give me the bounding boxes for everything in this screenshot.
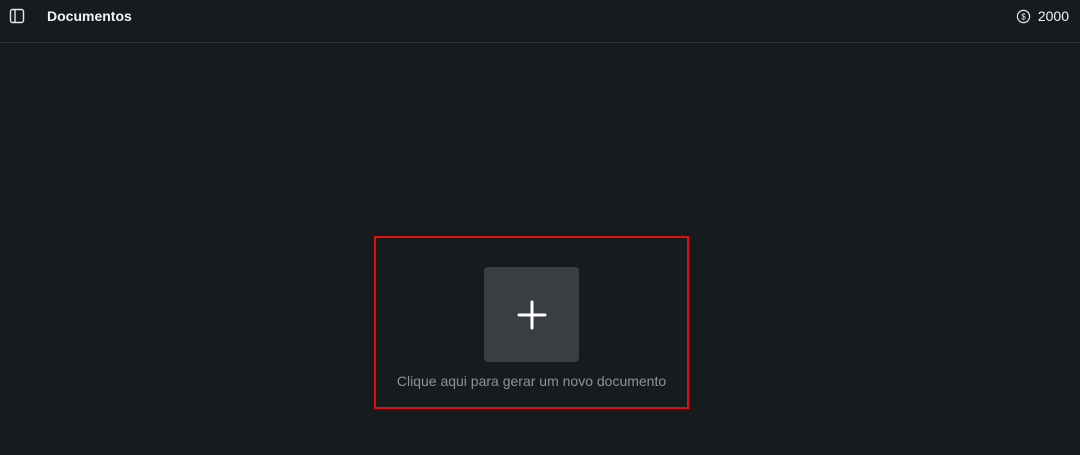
- dollar-coin-icon: $: [1016, 9, 1031, 23]
- sidebar-toggle-icon: [9, 8, 25, 24]
- new-document-label[interactable]: Clique aqui para gerar um novo documento: [397, 372, 666, 390]
- sidebar-toggle-button[interactable]: [8, 7, 26, 25]
- credits-value: 2000: [1037, 8, 1069, 24]
- top-bar: Documentos $ 2000: [0, 0, 1080, 43]
- svg-text:$: $: [1021, 12, 1026, 21]
- app-window: Documentos $ 2000 Clique aqui para gerar…: [0, 0, 1080, 455]
- new-document-button[interactable]: [484, 267, 579, 362]
- plus-icon: [517, 300, 546, 329]
- new-document-area: Clique aqui para gerar um novo documento: [374, 236, 689, 409]
- page-title: Documentos: [47, 8, 132, 24]
- credits-balance: $ 2000: [1016, 7, 1069, 25]
